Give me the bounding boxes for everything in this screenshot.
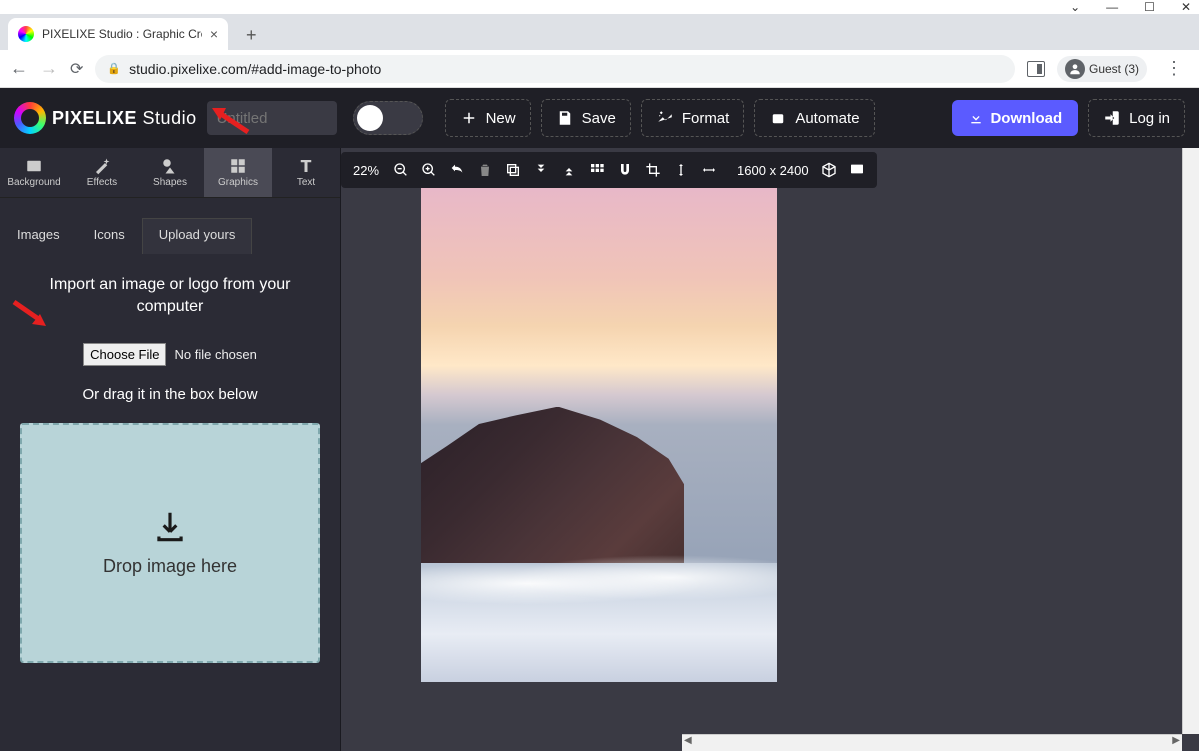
canvas-hscrollbar[interactable] (682, 734, 1182, 751)
download-arrow-icon (151, 508, 189, 546)
panel-toggle-icon[interactable] (1027, 61, 1045, 77)
canvas-vscrollbar[interactable] (1182, 148, 1199, 734)
choose-file-button[interactable]: Choose File (83, 343, 166, 366)
window-chevron-icon[interactable]: ⌄ (1070, 0, 1080, 14)
grid-icon[interactable] (589, 162, 605, 178)
side-tools: Background Effects Shapes Graphics Text (0, 148, 340, 198)
graphics-subtabs: Images Icons Upload yours (0, 218, 340, 254)
nav-forward-icon[interactable]: → (40, 58, 58, 79)
layer-up-icon[interactable] (561, 162, 577, 178)
height-icon[interactable] (673, 162, 689, 178)
upload-panel: Import an image or logo from your comput… (0, 254, 340, 683)
magnet-icon[interactable] (617, 162, 633, 178)
file-input-row: Choose File No file chosen (16, 343, 324, 366)
browser-address-bar: ← → ⟳ 🔒 studio.pixelixe.com/#add-image-t… (0, 50, 1199, 88)
canvas-dimensions: 1600 x 2400 (737, 163, 809, 178)
tab-close-icon[interactable]: × (210, 26, 218, 42)
document-title-input[interactable] (207, 101, 337, 135)
login-button[interactable]: Log in (1088, 99, 1185, 137)
width-icon[interactable] (701, 162, 717, 178)
url-text: studio.pixelixe.com/#add-image-to-photo (129, 61, 381, 77)
canvas-area[interactable]: 22% 1600 x 2400 (341, 148, 1199, 751)
copy-icon[interactable] (505, 162, 521, 178)
subtab-icons[interactable]: Icons (77, 218, 142, 254)
window-titlebar: ⌄ — ☐ ✕ (0, 0, 1199, 14)
tool-background[interactable]: Background (0, 148, 68, 197)
window-maximize-icon[interactable]: ☐ (1144, 0, 1155, 14)
profile-chip[interactable]: Guest (3) (1057, 56, 1147, 82)
automate-button[interactable]: Automate (754, 99, 874, 137)
new-button[interactable]: New (445, 99, 531, 137)
browser-tab-strip: PIXELIXE Studio : Graphic Crea × + (0, 14, 1199, 50)
image-foam (421, 554, 777, 613)
zoom-out-icon[interactable] (393, 162, 409, 178)
tool-shapes[interactable]: Shapes (136, 148, 204, 197)
canvas-image[interactable] (421, 188, 777, 682)
lock-icon: 🔒 (107, 62, 121, 75)
cube-icon[interactable] (821, 162, 837, 178)
zoom-percent: 22% (353, 163, 379, 178)
window-minimize-icon[interactable]: — (1106, 0, 1118, 14)
logo-text: PIXELIXE Studio (52, 108, 197, 129)
app-header: PIXELIXE Studio New Save Format Automate… (0, 88, 1199, 148)
app-logo[interactable]: PIXELIXE Studio (14, 102, 197, 134)
theme-toggle[interactable] (353, 101, 423, 135)
layer-down-icon[interactable] (533, 162, 549, 178)
crop-icon[interactable] (645, 162, 661, 178)
logo-ring-icon (14, 102, 46, 134)
tab-favicon-icon (18, 26, 34, 42)
tool-effects[interactable]: Effects (68, 148, 136, 197)
or-drag-label: Or drag it in the box below (16, 386, 324, 403)
nav-reload-icon[interactable]: ⟳ (70, 59, 83, 79)
subtab-images[interactable]: Images (0, 218, 77, 254)
format-button[interactable]: Format (641, 99, 745, 137)
new-tab-button[interactable]: + (238, 21, 265, 50)
dropzone-label: Drop image here (103, 556, 237, 577)
window-close-icon[interactable]: ✕ (1181, 0, 1191, 14)
nav-back-icon[interactable]: ← (10, 58, 28, 79)
screen-icon[interactable] (849, 162, 865, 178)
url-field[interactable]: 🔒 studio.pixelixe.com/#add-image-to-phot… (95, 55, 1015, 83)
tool-text[interactable]: Text (272, 148, 340, 197)
sidebar: Background Effects Shapes Graphics Text … (0, 148, 341, 751)
undo-icon[interactable] (449, 162, 465, 178)
browser-tab[interactable]: PIXELIXE Studio : Graphic Crea × (8, 18, 228, 50)
save-button[interactable]: Save (541, 99, 631, 137)
download-button[interactable]: Download (952, 100, 1078, 136)
subtab-upload-yours[interactable]: Upload yours (142, 218, 253, 254)
zoom-in-icon[interactable] (421, 162, 437, 178)
no-file-label: No file chosen (174, 347, 256, 362)
dropzone[interactable]: Drop image here (20, 423, 320, 663)
tool-graphics[interactable]: Graphics (204, 148, 272, 197)
trash-icon[interactable] (477, 162, 493, 178)
app-root: PIXELIXE Studio New Save Format Automate… (0, 88, 1199, 751)
tab-title: PIXELIXE Studio : Graphic Crea (42, 27, 202, 41)
profile-label: Guest (3) (1089, 62, 1139, 76)
import-instruction: Import an image or logo from your comput… (16, 274, 324, 319)
avatar-icon (1065, 59, 1085, 79)
app-body: Background Effects Shapes Graphics Text … (0, 148, 1199, 751)
canvas-toolbar: 22% 1600 x 2400 (341, 152, 877, 188)
browser-menu-icon[interactable]: ⋮ (1159, 58, 1189, 79)
